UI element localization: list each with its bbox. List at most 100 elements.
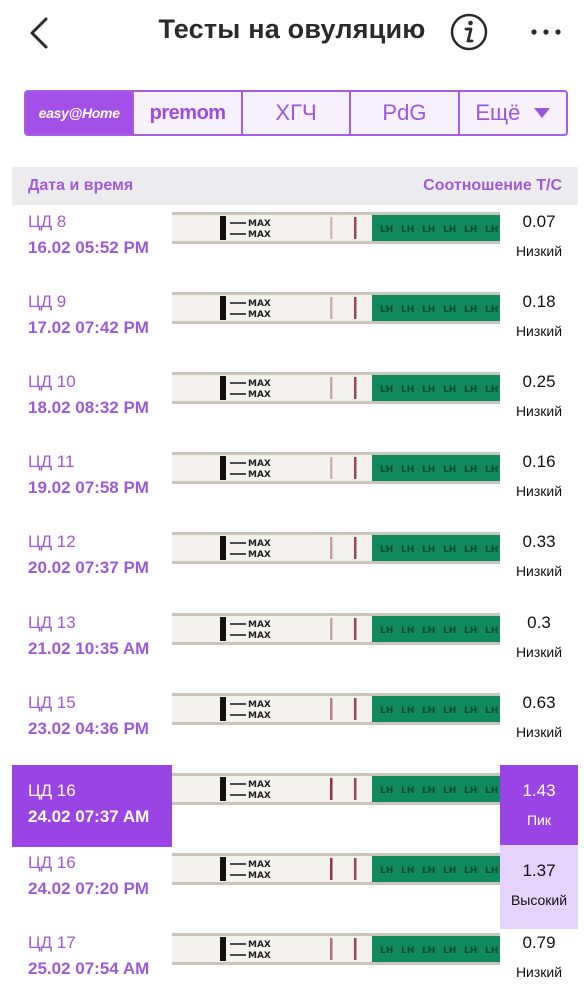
svg-text:LH: LH bbox=[422, 545, 435, 555]
test-row[interactable]: ЦД 10 18.02 08:32 PM MAX MAX LH LH LH LH LH L… bbox=[12, 368, 578, 446]
tab-premom[interactable]: premom bbox=[132, 92, 240, 134]
svg-text:LH: LH bbox=[401, 786, 414, 796]
svg-text:MAX: MAX bbox=[248, 219, 271, 229]
cycle-day: ЦД 16 bbox=[28, 852, 76, 872]
test-row[interactable]: ЦД 11 19.02 07:58 PM MAX MAX LH LH LH LH LH L… bbox=[12, 448, 578, 526]
svg-text:LH: LH bbox=[422, 626, 435, 636]
svg-text:MAX: MAX bbox=[248, 700, 271, 710]
test-strip-image: MAX MAX LH LH LH LH LH LH bbox=[172, 932, 500, 965]
test-strip-image: MAX MAX LH LH LH LH LH LH bbox=[172, 212, 500, 244]
test-datetime: 25.02 07:54 AM bbox=[28, 958, 150, 978]
tc-ratio-value: 0.25 bbox=[522, 372, 556, 392]
cycle-day: ЦД 11 bbox=[28, 452, 75, 472]
tc-ratio-value: 0.07 bbox=[522, 212, 556, 231]
svg-text:LH: LH bbox=[443, 545, 456, 555]
lh-level-label: Низкий bbox=[515, 963, 563, 980]
svg-text:LH: LH bbox=[401, 305, 414, 315]
test-row[interactable]: ЦД 16 24.02 07:37 AM MAX MAX LH LH LH LH LH L… bbox=[12, 764, 578, 847]
tab-easy-home[interactable]: easy@Home bbox=[26, 92, 133, 134]
svg-text:MAX: MAX bbox=[248, 940, 271, 950]
test-row[interactable]: ЦД 8 16.02 05:52 PM MAX MAX LH LH LH LH LH LH… bbox=[12, 208, 578, 286]
tab-hcg-label: ХГЧ bbox=[275, 100, 317, 125]
svg-text:MAX: MAX bbox=[248, 860, 271, 870]
svg-text:LH: LH bbox=[380, 786, 393, 796]
svg-text:LH: LH bbox=[464, 305, 477, 315]
test-row[interactable]: ЦД 17 25.02 07:54 AM MAX MAX LH LH LH LH LH L… bbox=[12, 929, 578, 1007]
svg-text:LH: LH bbox=[422, 225, 435, 235]
svg-text:LH: LH bbox=[422, 866, 435, 876]
date-cell: ЦД 10 18.02 08:32 PM bbox=[12, 368, 172, 446]
ratio-cell: 0.18 Низкий bbox=[500, 288, 578, 366]
info-icon[interactable] bbox=[449, 12, 489, 52]
test-datetime: 24.02 07:20 PM bbox=[28, 878, 149, 898]
svg-text:MAX: MAX bbox=[248, 470, 271, 480]
svg-text:LH: LH bbox=[401, 626, 414, 636]
cycle-day: ЦД 10 bbox=[28, 372, 76, 392]
ratio-cell: 0.79 Низкий bbox=[500, 929, 578, 1007]
svg-text:LH: LH bbox=[401, 225, 414, 235]
svg-text:LH: LH bbox=[422, 385, 435, 395]
tab-more-label: Ещё bbox=[475, 100, 521, 125]
ratio-cell: 0.3 Низкий bbox=[500, 609, 578, 687]
svg-text:LH: LH bbox=[485, 545, 498, 555]
test-row[interactable]: ЦД 16 24.02 07:20 PM MAX MAX LH LH LH LH LH L… bbox=[12, 844, 578, 929]
lh-level-label: Низкий bbox=[515, 563, 563, 580]
svg-text:MAX: MAX bbox=[248, 539, 271, 549]
svg-text:LH: LH bbox=[401, 706, 414, 716]
svg-text:LH: LH bbox=[464, 866, 477, 876]
test-strip-image: MAX MAX LH LH LH LH LH LH bbox=[172, 452, 500, 485]
tab-pdg[interactable]: PdG bbox=[349, 92, 457, 134]
date-cell: ЦД 16 24.02 07:37 AM bbox=[12, 764, 172, 847]
test-row[interactable]: ЦД 13 21.02 10:35 AM MAX MAX LH LH LH LH LH L… bbox=[12, 609, 578, 687]
svg-text:LH: LH bbox=[485, 305, 498, 315]
test-datetime: 19.02 07:58 PM bbox=[28, 478, 149, 498]
svg-text:LH: LH bbox=[485, 465, 498, 475]
tab-pdg-label: PdG bbox=[382, 100, 427, 125]
cycle-day: ЦД 12 bbox=[28, 532, 76, 552]
test-datetime: 23.02 04:36 PM bbox=[28, 718, 149, 738]
svg-text:LH: LH bbox=[485, 225, 498, 235]
svg-text:MAX: MAX bbox=[248, 299, 271, 309]
lh-level-label: Низкий bbox=[515, 323, 563, 340]
column-tc-ratio: Соотношение Т/С bbox=[423, 177, 562, 194]
ratio-cell: 0.63 Низкий bbox=[500, 689, 578, 767]
top-bar: Тесты на овуляцию bbox=[0, 0, 584, 70]
svg-text:LH: LH bbox=[464, 786, 477, 796]
svg-text:MAX: MAX bbox=[248, 459, 271, 469]
test-row[interactable]: ЦД 12 20.02 07:37 PM MAX MAX LH LH LH LH LH L… bbox=[12, 528, 578, 606]
svg-text:MAX: MAX bbox=[248, 230, 271, 240]
ratio-cell: 0.33 Низкий bbox=[500, 528, 578, 606]
easy-home-logo: easy@Home bbox=[38, 105, 120, 121]
svg-text:LH: LH bbox=[485, 866, 498, 876]
svg-text:LH: LH bbox=[464, 225, 477, 235]
cycle-day: ЦД 17 bbox=[28, 932, 76, 952]
test-datetime: 16.02 05:52 PM bbox=[28, 238, 149, 257]
date-cell: ЦД 17 25.02 07:54 AM bbox=[12, 929, 172, 1007]
svg-text:LH: LH bbox=[485, 946, 498, 956]
tc-ratio-value: 0.63 bbox=[522, 692, 556, 712]
test-datetime: 24.02 07:37 AM bbox=[28, 806, 150, 826]
svg-text:LH: LH bbox=[485, 706, 498, 716]
test-strip-image: MAX MAX LH LH LH LH LH LH bbox=[172, 852, 500, 885]
more-options-icon[interactable] bbox=[528, 20, 564, 44]
tab-more[interactable]: Ещё bbox=[457, 92, 566, 134]
test-row[interactable]: ЦД 15 23.02 04:36 PM MAX MAX LH LH LH LH LH L… bbox=[12, 689, 578, 767]
svg-text:LH: LH bbox=[464, 465, 477, 475]
ratio-cell: 0.25 Низкий bbox=[500, 368, 578, 446]
svg-text:LH: LH bbox=[380, 626, 393, 636]
test-row[interactable]: ЦД 9 17.02 07:42 PM MAX MAX LH LH LH LH LH LH… bbox=[12, 288, 578, 366]
svg-text:LH: LH bbox=[464, 706, 477, 716]
svg-text:LH: LH bbox=[380, 305, 393, 315]
svg-text:LH: LH bbox=[443, 225, 456, 235]
dropdown-arrow-icon bbox=[534, 108, 551, 118]
lh-level-label: Низкий bbox=[515, 403, 563, 420]
svg-text:LH: LH bbox=[380, 545, 393, 555]
ratio-cell: 0.07 Низкий bbox=[500, 208, 578, 286]
svg-text:LH: LH bbox=[443, 626, 456, 636]
tab-hcg[interactable]: ХГЧ bbox=[240, 92, 349, 134]
svg-text:LH: LH bbox=[443, 946, 456, 956]
svg-text:LH: LH bbox=[443, 465, 456, 475]
lh-level-label: Высокий bbox=[510, 891, 568, 908]
tc-ratio-value: 1.37 bbox=[522, 860, 556, 880]
svg-text:LH: LH bbox=[401, 866, 414, 876]
